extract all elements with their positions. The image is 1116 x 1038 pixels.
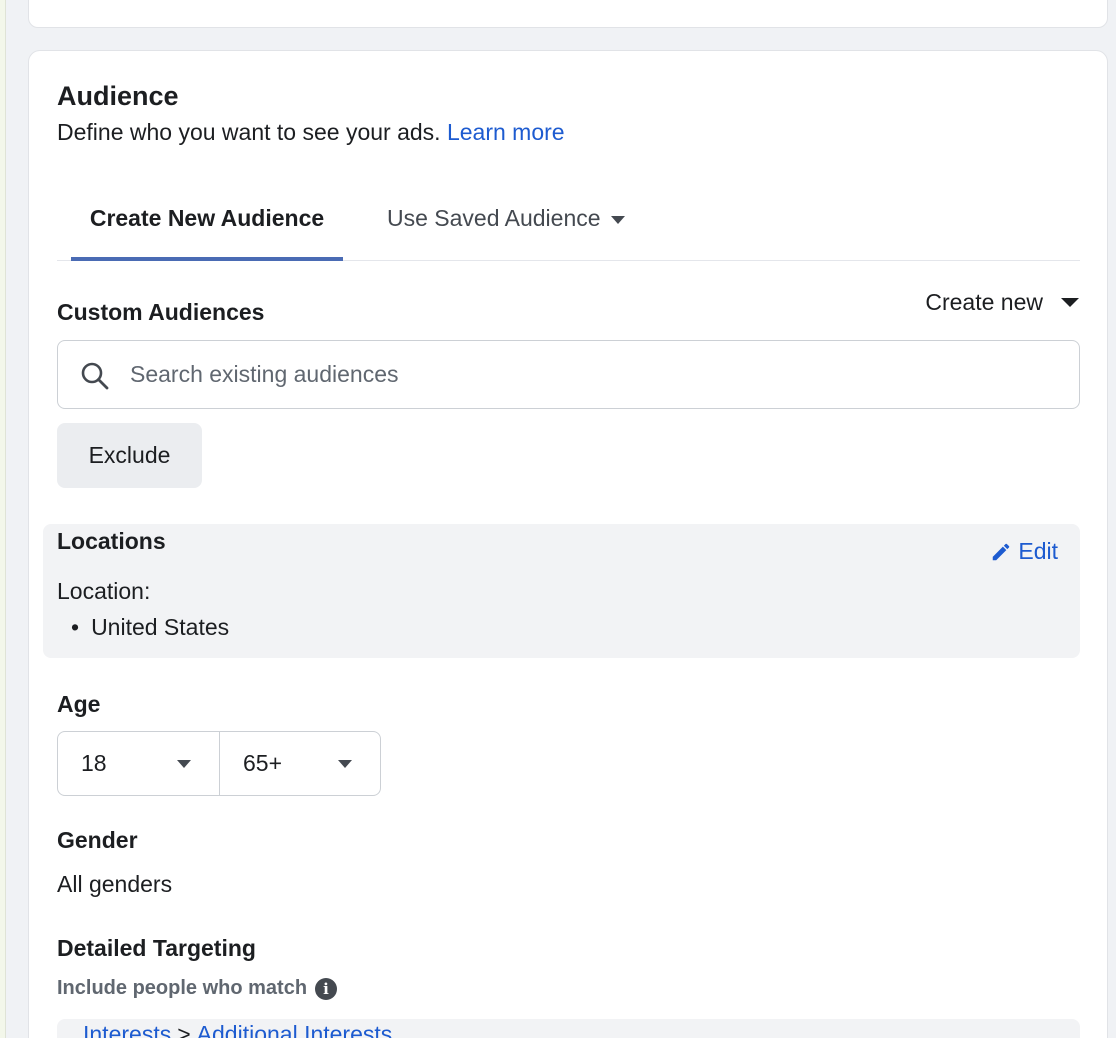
age-label: Age [57, 691, 101, 717]
include-people-label: Include people who match i [57, 977, 338, 1000]
targeting-path-item[interactable]: Additional Interests [197, 1021, 393, 1038]
audience-tabs: Create New Audience Use Saved Audience [57, 181, 1080, 261]
caret-down-icon [177, 760, 191, 768]
age-min-value: 18 [81, 750, 107, 776]
search-icon [81, 362, 109, 390]
tab-create-new-audience-label: Create New Audience [89, 205, 325, 231]
locations-panel: Locations Edit Location: • United States [43, 524, 1080, 658]
location-label: Location: [57, 578, 151, 604]
audience-card: Audience Define who you want to see your… [28, 50, 1108, 1038]
audience-description: Define who you want to see your ads. [57, 119, 441, 145]
detailed-targeting-label: Detailed Targeting [57, 935, 256, 961]
caret-down-icon [610, 216, 625, 224]
breadcrumb-separator: > [177, 1021, 191, 1038]
custom-audiences-label: Custom Audiences [57, 299, 265, 325]
age-max-select[interactable]: 65+ [219, 732, 380, 795]
location-value: United States [91, 614, 230, 640]
create-new-label: Create new [925, 289, 1043, 315]
create-new-dropdown[interactable]: Create new [925, 289, 1079, 316]
targeting-breadcrumb: Interests > Additional Interests [83, 1021, 392, 1038]
bullet-icon: • [71, 614, 80, 640]
tab-use-saved-audience[interactable]: Use Saved Audience [387, 205, 625, 261]
edit-locations-link[interactable]: Edit [990, 538, 1058, 565]
age-range-selector: 18 65+ [57, 731, 381, 796]
gender-label: Gender [57, 827, 138, 853]
left-panel-edge [0, 0, 6, 1038]
active-tab-indicator [71, 257, 343, 261]
targeting-path-item[interactable]: Interests [83, 1021, 171, 1038]
exclude-button[interactable]: Exclude [57, 423, 202, 488]
edit-label: Edit [1018, 538, 1058, 564]
age-min-select[interactable]: 18 [58, 732, 219, 795]
location-list-item: • United States [71, 614, 229, 641]
include-people-text: Include people who match [57, 977, 308, 999]
detailed-targeting-panel: Interests > Additional Interests [57, 1019, 1080, 1038]
pencil-icon [993, 543, 1010, 560]
previous-section-card [28, 0, 1108, 28]
audience-title: Audience [57, 81, 179, 111]
gender-value: All genders [57, 871, 173, 897]
tab-create-new-audience[interactable]: Create New Audience [71, 205, 343, 261]
tab-use-saved-audience-label: Use Saved Audience [387, 205, 601, 231]
caret-down-icon [338, 760, 352, 768]
age-max-value: 65+ [243, 750, 283, 776]
info-icon[interactable]: i [315, 977, 338, 1000]
locations-title: Locations [57, 528, 166, 554]
search-audiences-box [57, 340, 1080, 409]
learn-more-link[interactable]: Learn more [447, 119, 565, 145]
search-audiences-input[interactable] [130, 341, 1060, 408]
caret-down-icon [1061, 298, 1079, 307]
audience-subtitle: Define who you want to see your ads. Lea… [57, 119, 565, 146]
